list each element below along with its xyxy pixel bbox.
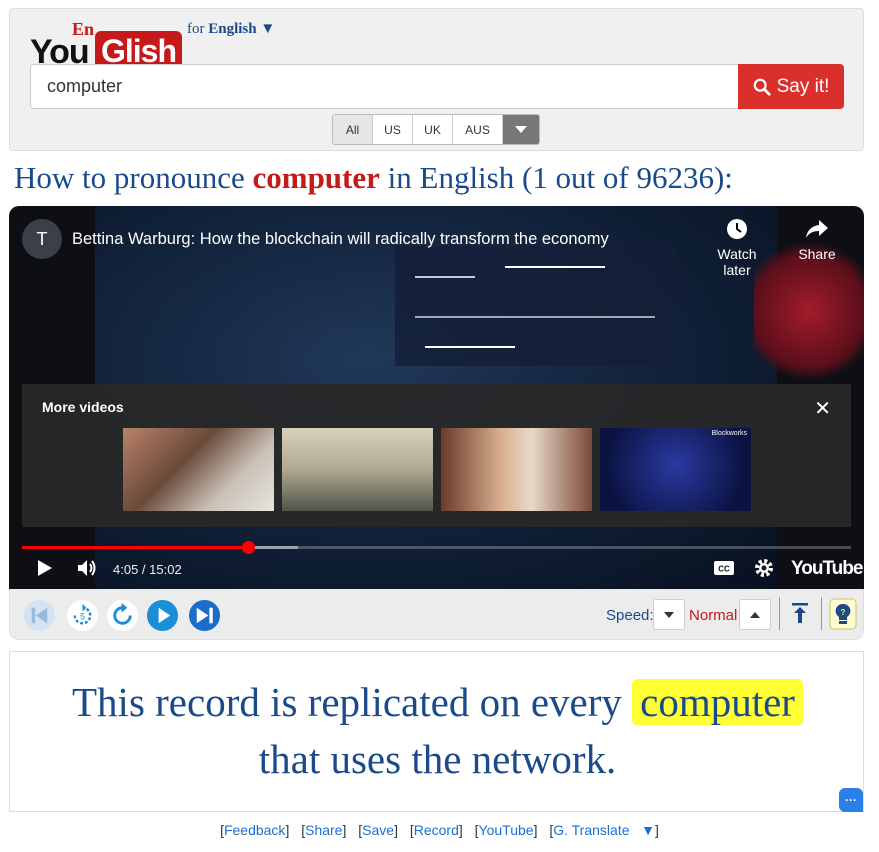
progress-played xyxy=(22,546,248,549)
title-keyword: computer xyxy=(252,160,380,195)
captions-button[interactable]: CC xyxy=(712,556,736,585)
watch-later-button[interactable]: Watch later xyxy=(702,218,772,278)
blockchain-slide-graphic xyxy=(395,246,675,366)
caption-text: This record is replicated on every compu… xyxy=(10,674,865,788)
watch-later-label: Watch later xyxy=(717,246,757,278)
search-input[interactable]: computer xyxy=(30,64,739,109)
record-link[interactable]: Record xyxy=(414,822,459,838)
translate-dropdown[interactable]: ▼ xyxy=(641,822,655,838)
save-link[interactable]: Save xyxy=(362,822,394,838)
share-label: Share xyxy=(798,246,836,262)
caret-up-icon xyxy=(750,611,760,618)
svg-text:?: ? xyxy=(841,608,846,617)
language-selector[interactable]: for English ▼ xyxy=(187,21,275,38)
video-thumbnail[interactable] xyxy=(123,428,274,511)
play-icon xyxy=(38,560,52,576)
channel-avatar[interactable]: T xyxy=(22,219,62,259)
skip-back-icon[interactable] xyxy=(23,599,56,632)
svg-text:CC: CC xyxy=(718,565,730,574)
video-title[interactable]: Bettina Warburg: How the blockchain will… xyxy=(72,230,609,249)
divider xyxy=(779,597,780,630)
time-display: 4:05 / 15:02 xyxy=(113,562,182,577)
caption-after: that uses the network. xyxy=(258,736,617,782)
accent-filter: All US UK AUS xyxy=(332,114,540,145)
speed-value: Normal xyxy=(689,607,738,624)
more-videos-title: More videos xyxy=(42,399,124,415)
accent-aus[interactable]: AUS xyxy=(453,115,503,144)
svg-text:5: 5 xyxy=(80,611,85,621)
close-icon[interactable]: ✕ xyxy=(814,396,831,421)
lightbulb-icon[interactable]: ? xyxy=(829,598,857,630)
progress-scrubber[interactable] xyxy=(242,541,255,554)
header: En You Glish for English ▼ computer Say … xyxy=(9,8,864,151)
video-thumbnail[interactable] xyxy=(441,428,592,511)
clock-icon xyxy=(727,219,747,239)
replay-5-icon[interactable]: 5 xyxy=(66,599,99,632)
title-suffix: in English (1 out of 96236): xyxy=(387,160,733,195)
caret-down-icon xyxy=(515,126,527,133)
footer-links: [Feedback] [Share] [Save] [Record] [YouT… xyxy=(220,822,659,838)
caption-keyword[interactable]: computer xyxy=(632,679,803,725)
say-it-button[interactable]: Say it! xyxy=(738,64,844,109)
chat-bubble-icon[interactable]: ··· xyxy=(839,788,863,812)
for-label: for xyxy=(187,21,205,37)
thumbnail-label: Blockworks xyxy=(711,430,747,437)
caption-panel: This record is replicated on every compu… xyxy=(9,651,864,812)
play-circle-icon[interactable] xyxy=(146,599,179,632)
share-video-button[interactable]: Share xyxy=(782,218,852,262)
cc-icon: CC xyxy=(714,561,734,575)
volume-icon xyxy=(78,560,96,576)
accent-uk[interactable]: UK xyxy=(413,115,453,144)
google-translate-link[interactable]: G. Translate xyxy=(553,822,629,838)
caption-before: This record is replicated on every xyxy=(72,679,622,725)
gear-icon xyxy=(755,559,773,577)
video-player[interactable]: T Bettina Warburg: How the blockchain wi… xyxy=(9,206,864,589)
caret-down-icon xyxy=(664,611,674,618)
settings-button[interactable] xyxy=(752,556,776,585)
scroll-top-icon[interactable] xyxy=(789,601,811,625)
speed-label: Speed: xyxy=(606,607,654,624)
divider xyxy=(821,597,822,630)
skip-next-icon[interactable] xyxy=(188,599,221,632)
youtube-logo[interactable]: YouTube xyxy=(791,558,863,580)
more-videos-panel: More videos ✕ Blockworks xyxy=(22,384,851,527)
feedback-link[interactable]: Feedback xyxy=(224,822,285,838)
page-title: How to pronounce computer in English (1 … xyxy=(14,160,733,196)
volume-button[interactable] xyxy=(75,556,99,585)
language-value[interactable]: English ▼ xyxy=(208,21,275,37)
accent-all[interactable]: All xyxy=(333,115,373,144)
title-prefix: How to pronounce xyxy=(14,160,245,195)
video-thumbnail[interactable]: Blockworks xyxy=(600,428,751,511)
accent-dropdown-button[interactable] xyxy=(503,115,539,144)
video-thumbnail[interactable] xyxy=(282,428,433,511)
youtube-link[interactable]: YouTube xyxy=(479,822,534,838)
share-arrow-icon xyxy=(806,220,828,238)
share-link[interactable]: Share xyxy=(305,822,342,838)
accent-us[interactable]: US xyxy=(373,115,413,144)
say-it-label: Say it! xyxy=(776,75,830,97)
play-button[interactable] xyxy=(35,556,55,585)
speed-decrease-button[interactable] xyxy=(653,599,685,630)
playback-controls: 5 Speed: Normal ? xyxy=(9,589,864,640)
speed-increase-button[interactable] xyxy=(739,599,771,630)
search-icon xyxy=(753,78,771,96)
repeat-icon[interactable] xyxy=(106,599,139,632)
